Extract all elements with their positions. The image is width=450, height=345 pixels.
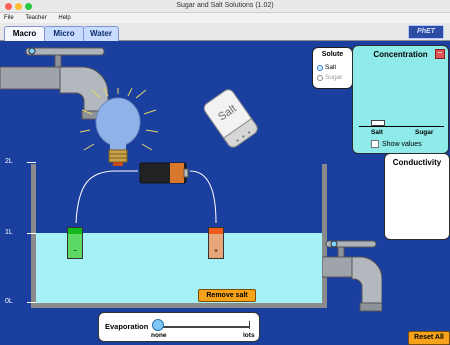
window-titlebar: Sugar and Salt Solutions (1.02) <box>0 0 450 13</box>
evaporation-max-label: lots <box>243 332 255 339</box>
menu-teacher[interactable]: Teacher <box>25 15 46 21</box>
tick-label-2l: 2L <box>5 158 13 165</box>
checkbox-icon[interactable] <box>371 140 379 148</box>
solute-option-salt-label: Salt <box>325 64 337 71</box>
top-faucet-knob-icon[interactable] <box>28 47 36 55</box>
solute-option-sugar-label: Sugar <box>325 74 343 81</box>
tick-label-1l: 1L <box>5 229 13 236</box>
solute-option-sugar[interactable]: Sugar <box>317 74 342 81</box>
radio-unselected-icon[interactable] <box>317 74 323 81</box>
solute-header: Solute <box>321 51 344 58</box>
tick-2l <box>27 162 36 163</box>
drain-faucet-knob-icon[interactable] <box>330 240 338 248</box>
negative-symbol: − <box>72 248 78 255</box>
beaker-bottom <box>31 303 327 308</box>
show-values-label: Show values <box>382 140 422 148</box>
beaker-wall-left <box>31 164 36 304</box>
simulation-canvas: Salt 2L 1L 0L − + Remove salt Evaporatio… <box>0 41 450 345</box>
concentration-axis <box>359 126 444 127</box>
solute-option-salt[interactable]: Salt <box>317 64 336 71</box>
drain-faucet[interactable] <box>322 237 382 315</box>
evaporation-slider-track[interactable] <box>158 326 250 328</box>
show-values-checkbox[interactable]: Show values <box>371 140 422 148</box>
window-title: Sugar and Salt Solutions (1.02) <box>176 2 274 9</box>
solute-panel: Solute Salt Sugar <box>312 47 353 89</box>
tick-0l <box>27 302 36 303</box>
remove-salt-button[interactable]: Remove salt <box>198 289 256 302</box>
reset-all-button[interactable]: Reset All <box>408 331 450 345</box>
minimize-icon[interactable]: − <box>435 49 445 59</box>
positive-symbol: + <box>213 248 219 255</box>
evaporation-panel: Evaporation none lots <box>98 312 260 342</box>
circuit-wires <box>75 170 217 224</box>
tick-1l <box>27 233 36 234</box>
radio-selected-icon[interactable] <box>317 64 323 71</box>
menu-bar: File Teacher Help <box>0 13 450 23</box>
evaporation-slider-knob[interactable] <box>152 319 164 331</box>
concentration-label-sugar: Sugar <box>415 129 434 136</box>
negative-electrode: − <box>67 227 83 259</box>
positive-electrode: + <box>208 227 224 259</box>
conductivity-panel: Conductivity <box>384 153 450 240</box>
tab-water[interactable]: Water <box>83 26 119 41</box>
menu-file[interactable]: File <box>4 15 14 21</box>
evaporation-min-label: none <box>151 332 167 339</box>
menu-help[interactable]: Help <box>58 15 70 21</box>
evaporation-label: Evaporation <box>105 322 149 331</box>
tab-micro[interactable]: Micro <box>44 26 84 41</box>
concentration-panel: Concentration − Salt Sugar Show values <box>352 45 449 154</box>
tab-bar: Macro Micro Water PhET <box>0 23 450 41</box>
tick-label-0l: 0L <box>5 298 13 305</box>
tab-macro[interactable]: Macro <box>4 26 45 41</box>
concentration-label-salt: Salt <box>371 129 383 136</box>
phet-logo[interactable]: PhET <box>408 25 444 39</box>
conductivity-header: Conductivity <box>392 158 442 167</box>
top-faucet-handle[interactable] <box>25 47 105 56</box>
evaporation-slider-end <box>249 321 250 329</box>
concentration-header: Concentration <box>373 50 428 59</box>
